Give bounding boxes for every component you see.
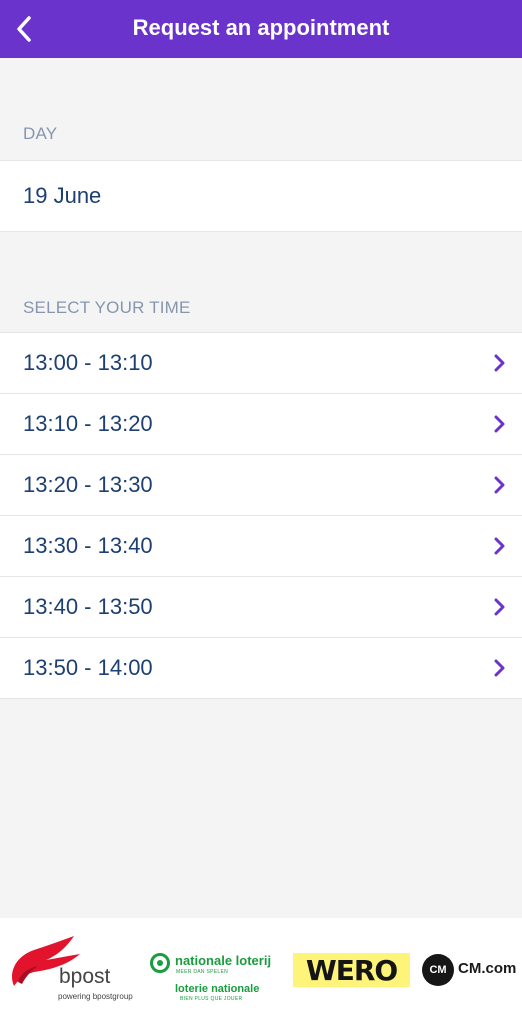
loterij-name-nl: nationale loterij — [175, 953, 272, 968]
time-slot-row[interactable]: 13:20 - 13:30 — [0, 455, 522, 516]
selected-day-value: 19 June — [23, 183, 102, 208]
wero-wordmark: WERO — [305, 953, 398, 987]
chevron-right-icon — [494, 537, 505, 555]
time-slot-label: 13:00 - 13:10 — [23, 350, 153, 375]
time-section-label: SELECT YOUR TIME — [23, 298, 191, 317]
nationale-loterij-logo: nationale loterij MEER DAN SPELEN loteri… — [150, 953, 275, 1003]
time-slot-row[interactable]: 13:10 - 13:20 — [0, 394, 522, 455]
time-slot-row[interactable]: 13:50 - 14:00 — [0, 638, 522, 699]
loterij-circle-icon — [150, 953, 170, 973]
chevron-right-icon — [494, 354, 505, 372]
chevron-right-icon — [494, 415, 505, 433]
time-slot-row[interactable]: 13:30 - 13:40 — [0, 516, 522, 577]
chevron-right-icon — [494, 476, 505, 494]
sponsor-footer: bpost powering bpostgroup nationale lote… — [0, 918, 522, 1024]
page-title: Request an appointment — [132, 15, 390, 40]
time-slot-row[interactable]: 13:40 - 13:50 — [0, 577, 522, 638]
time-slot-label: 13:40 - 13:50 — [23, 594, 153, 619]
time-slot-label: 13:50 - 14:00 — [23, 655, 153, 680]
loterij-name-fr: loterie nationale — [175, 983, 260, 995]
wero-logo: WERO — [293, 953, 410, 987]
app-header: Request an appointment — [0, 0, 522, 58]
loterij-tagline-fr: BIEN PLUS QUE JOUER — [180, 996, 243, 1002]
chevron-right-icon — [494, 598, 505, 616]
time-slot-row[interactable]: 13:00 - 13:10 — [0, 333, 522, 394]
time-slot-label: 13:20 - 13:30 — [23, 472, 153, 497]
loterij-tagline-nl: MEER DAN SPELEN — [176, 969, 229, 975]
day-card: 19 June — [0, 160, 522, 232]
bpost-wordmark: bpost — [59, 965, 111, 988]
bpost-logo: bpost powering bpostgroup — [8, 934, 148, 1024]
chevron-right-icon — [494, 659, 505, 677]
cm-com-logo: CM CM.com — [422, 954, 517, 986]
time-slot-list: 13:00 - 13:10 13:10 - 13:20 13:20 - 13:3… — [0, 332, 522, 699]
time-slot-label: 13:30 - 13:40 — [23, 533, 153, 558]
time-slot-label: 13:10 - 13:20 — [23, 411, 153, 436]
bpost-tagline: powering bpostgroup — [58, 992, 133, 1001]
cm-badge: CM — [422, 954, 454, 986]
day-section-label: DAY — [23, 124, 58, 143]
cm-wordmark: CM.com — [458, 960, 517, 977]
